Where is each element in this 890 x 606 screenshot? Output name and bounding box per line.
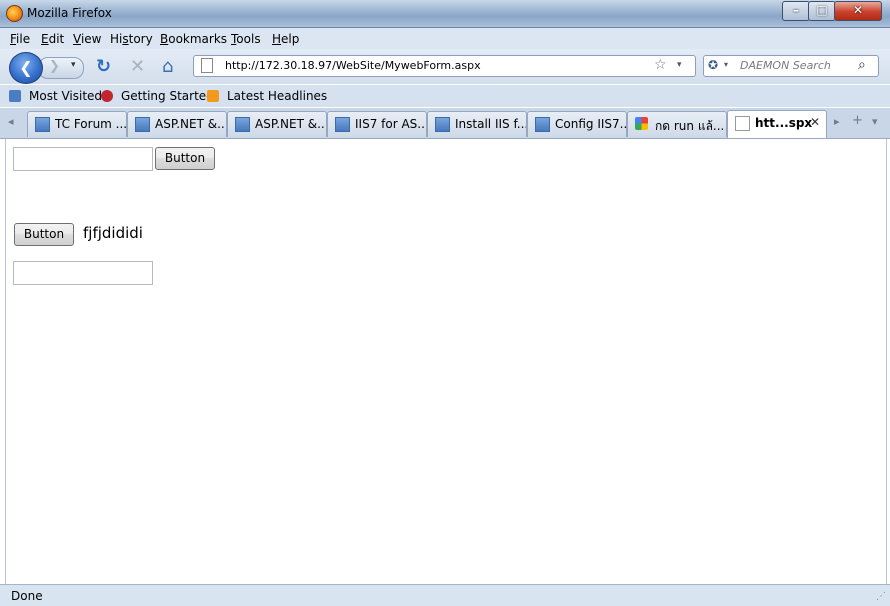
tab-1[interactable]: TC Forum ...	[27, 111, 127, 137]
tab-label: กด run แล้...	[655, 119, 725, 133]
tab-6[interactable]: Config IIS7...	[527, 111, 627, 137]
url-text[interactable]: http://172.30.18.97/WebSite/MywebForm.as…	[225, 59, 481, 72]
site-icon	[535, 117, 550, 132]
site-icon	[435, 117, 450, 132]
menu-history[interactable]: History	[110, 32, 153, 46]
menu-file[interactable]: File	[10, 32, 30, 46]
textbox-2[interactable]	[13, 261, 153, 285]
tab-5[interactable]: Install IIS f...	[427, 111, 527, 137]
minimize-button[interactable]: –	[782, 1, 810, 21]
page-icon	[735, 116, 750, 131]
home-icon[interactable]: ⌂	[162, 58, 173, 76]
page-icon	[201, 58, 213, 73]
tab-label: ASP.NET &...	[255, 117, 327, 131]
maximize-button[interactable]: □	[808, 1, 836, 21]
tab-label: IIS7 for AS...	[355, 117, 427, 131]
tab-scroll-right-icon[interactable]: ▸	[834, 115, 840, 128]
most-visited-icon	[9, 90, 21, 102]
site-icon	[235, 117, 250, 132]
back-arrow-icon: ❮	[19, 58, 33, 77]
new-tab-icon[interactable]: +	[852, 113, 863, 128]
menu-help[interactable]: Help	[272, 32, 299, 46]
search-engine-icon[interactable]: ✪	[708, 58, 718, 72]
textbox-1[interactable]	[13, 147, 153, 171]
tab-label: htt...spx	[755, 116, 813, 130]
window-title: Mozilla Firefox	[27, 6, 112, 20]
resize-grip-icon[interactable]: ⋰	[876, 591, 886, 602]
tab-3[interactable]: ASP.NET &...	[227, 111, 327, 137]
search-go-icon[interactable]: ⌕	[858, 57, 866, 73]
label-text: fjfjdididi	[83, 224, 143, 242]
getting-started-icon	[101, 90, 113, 102]
bookmark-star-icon[interactable]: ☆	[654, 57, 667, 73]
menu-edit[interactable]: Edit	[41, 32, 64, 46]
tab-label: ASP.NET &...	[155, 117, 227, 131]
back-button[interactable]: ❮	[9, 52, 43, 84]
menu-bookmarks[interactable]: Bookmarks	[160, 32, 227, 46]
menu-bar: File Edit View History Bookmarks Tools H…	[0, 28, 890, 49]
button-1[interactable]: Button	[155, 147, 215, 170]
close-tab-icon[interactable]: ✕	[810, 115, 820, 129]
search-bar[interactable]: ✪ ▾ DAEMON Search ⌕	[703, 55, 879, 77]
tab-scroll-left-icon[interactable]: ◂	[8, 115, 14, 128]
tab-label: Install IIS f...	[455, 117, 527, 131]
firefox-icon	[6, 5, 23, 22]
forward-button[interactable]: ❯ ▾	[38, 57, 84, 79]
tab-7[interactable]: กด run แล้...	[627, 111, 727, 137]
url-bar[interactable]: http://172.30.18.97/WebSite/MywebForm.as…	[193, 55, 696, 77]
url-dropdown-icon[interactable]: ▾	[677, 60, 682, 70]
button-2[interactable]: Button	[14, 223, 74, 246]
close-icon: ✕	[852, 3, 864, 17]
status-bar: Done ⋰	[0, 584, 890, 606]
bookmark-most-visited[interactable]: Most Visited	[29, 89, 102, 103]
bookmarks-toolbar: Most Visited Getting Started Latest Head…	[0, 85, 890, 107]
tab-label: TC Forum ...	[55, 117, 127, 131]
rss-feed-icon	[207, 90, 219, 102]
minimize-icon: –	[793, 3, 799, 17]
search-engine-dropdown-icon[interactable]: ▾	[724, 60, 728, 69]
tab-8-active[interactable]: htt...spx ✕	[727, 110, 827, 138]
menu-view[interactable]: View	[73, 32, 101, 46]
tab-4[interactable]: IIS7 for AS...	[327, 111, 427, 137]
title-bar[interactable]: Mozilla Firefox – □ ✕	[0, 0, 890, 28]
close-window-button[interactable]: ✕	[834, 1, 882, 21]
site-icon	[35, 117, 50, 132]
tab-list-icon[interactable]: ▾	[872, 115, 878, 128]
stop-icon[interactable]: ✕	[130, 58, 145, 76]
history-dropdown-icon[interactable]: ▾	[71, 60, 76, 70]
status-text: Done	[11, 589, 43, 603]
tab-2[interactable]: ASP.NET &...	[127, 111, 227, 137]
search-input[interactable]: DAEMON Search	[740, 59, 831, 72]
tab-strip: ◂ TC Forum ... ASP.NET &... ASP.NET &...…	[0, 108, 890, 139]
page-content: Button Button fjfjdididi	[5, 139, 887, 584]
menu-tools[interactable]: Tools	[231, 32, 261, 46]
forward-arrow-icon: ❯	[49, 59, 60, 74]
maximize-icon: □	[816, 3, 828, 17]
site-icon	[135, 117, 150, 132]
google-icon	[635, 117, 648, 130]
bookmark-latest-headlines[interactable]: Latest Headlines	[227, 89, 327, 103]
bookmark-getting-started[interactable]: Getting Started	[121, 89, 214, 103]
tab-label: Config IIS7...	[555, 117, 627, 131]
reload-icon[interactable]: ↻	[96, 58, 111, 76]
site-icon	[335, 117, 350, 132]
